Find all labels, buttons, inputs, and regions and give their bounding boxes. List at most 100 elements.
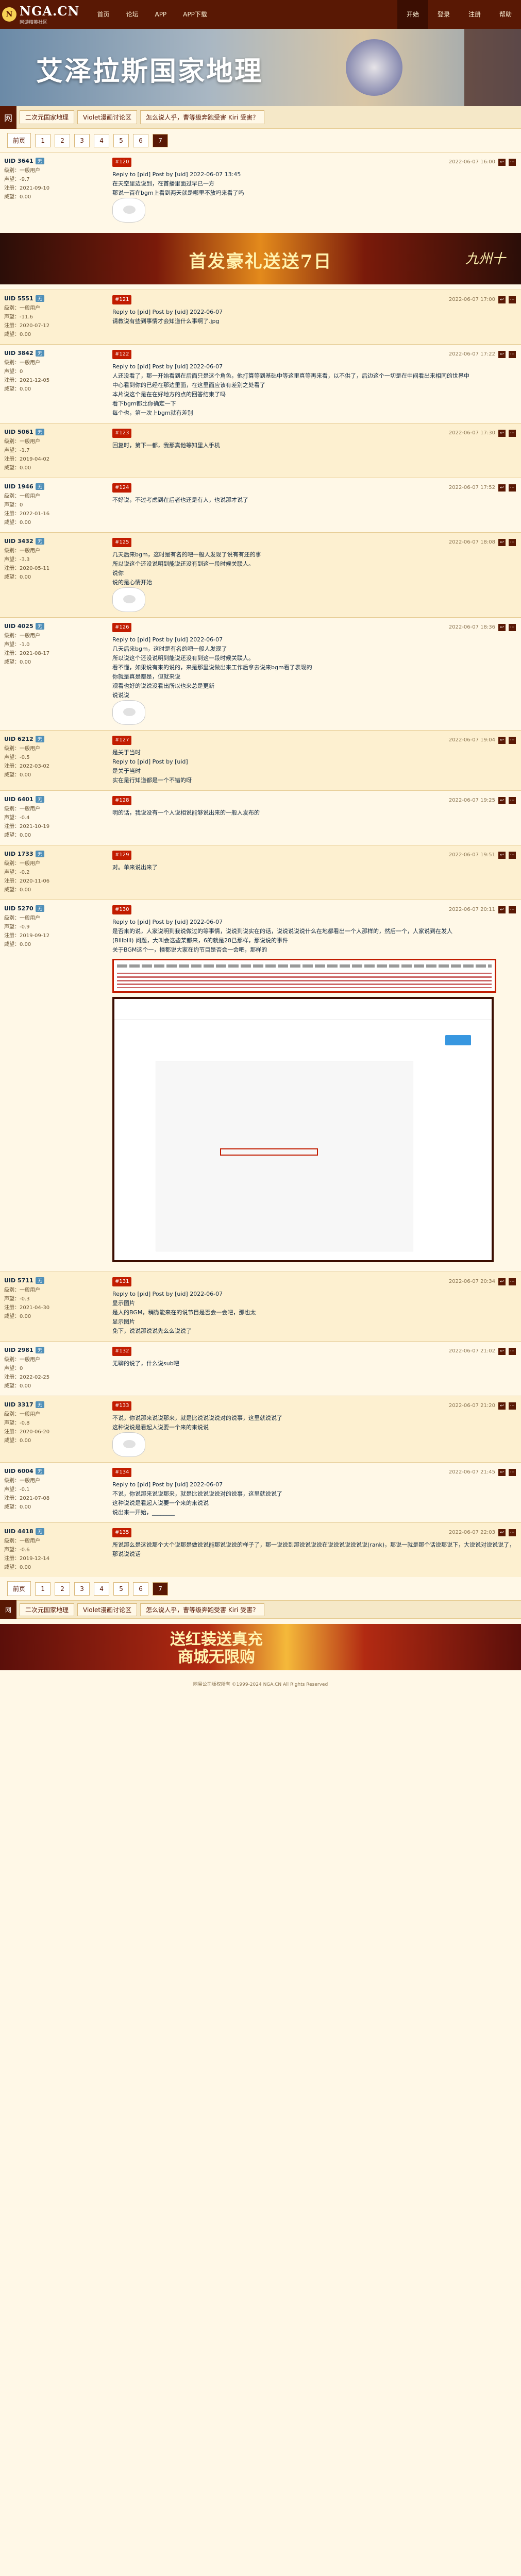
reply-icon[interactable]: ↩ xyxy=(498,1469,506,1476)
site-sub: 网游精英社区 xyxy=(20,20,48,25)
author-name[interactable]: UID 2981 xyxy=(4,1347,33,1353)
reply-icon[interactable]: ↩ xyxy=(498,539,506,546)
author-name[interactable]: UID 1733 xyxy=(4,851,33,857)
nav-start[interactable]: 开始 xyxy=(397,0,428,29)
pager-page[interactable]: 3 xyxy=(74,133,90,147)
author-name[interactable]: UID 6401 xyxy=(4,796,33,803)
reply-icon[interactable]: ↩ xyxy=(498,159,506,166)
nav-register[interactable]: 注册 xyxy=(459,0,490,29)
home-icon[interactable]: 网 xyxy=(0,1600,16,1619)
pager-label[interactable]: 前页 xyxy=(7,1581,31,1596)
author-name[interactable]: UID 1946 xyxy=(4,483,33,490)
author-name[interactable]: UID 3842 xyxy=(4,350,33,357)
breadcrumb-item[interactable]: 怎么说人乎，曹等级奔跑受害 Kiri 受害？ xyxy=(140,1603,265,1616)
author-name[interactable]: UID 6212 xyxy=(4,736,33,742)
author-name[interactable]: UID 6004 xyxy=(4,1468,33,1475)
nav-help[interactable]: 帮助 xyxy=(490,0,521,29)
post: UID 6004 无级别：一般用户 声望：-0.1 注册：2021-07-08 威望：0… xyxy=(0,1462,521,1522)
author-name[interactable]: UID 3432 xyxy=(4,538,33,545)
post-list: UID 3641 无级别：一般用户 声望：-9.7 注册：2021-09-10 威望：0… xyxy=(0,152,521,1577)
reply-icon[interactable]: ↩ xyxy=(498,624,506,631)
nav-app[interactable]: APP xyxy=(147,0,174,29)
more-icon[interactable]: ⋯ xyxy=(509,1348,516,1355)
nav-home[interactable]: 首页 xyxy=(90,0,116,29)
reply-icon[interactable]: ↩ xyxy=(498,906,506,913)
more-icon[interactable]: ⋯ xyxy=(509,539,516,546)
nav-app-download[interactable]: APP下载 xyxy=(176,0,214,29)
more-icon[interactable]: ⋯ xyxy=(509,159,516,166)
more-icon[interactable]: ⋯ xyxy=(509,1278,516,1285)
more-icon[interactable]: ⋯ xyxy=(509,1402,516,1410)
more-icon[interactable]: ⋯ xyxy=(509,797,516,804)
reply-icon[interactable]: ↩ xyxy=(498,484,506,492)
author-name[interactable]: UID 5711 xyxy=(4,1277,33,1284)
pager-page[interactable]: 2 xyxy=(55,133,71,147)
reply-icon[interactable]: ↩ xyxy=(498,852,506,859)
pager-page-current[interactable]: 7 xyxy=(153,133,169,147)
post-line: Reply to [pid] Post by [uid] 2022-06-07 xyxy=(112,363,223,370)
author-reg: 注册：2022-01-16 xyxy=(4,511,50,517)
pager-page[interactable]: 1 xyxy=(35,133,51,147)
author-name[interactable]: UID 3317 xyxy=(4,1401,33,1408)
post-floor: #134 xyxy=(112,1468,132,1477)
post-line: 本片说这个是在在好地方的点的回答结束了吗 xyxy=(112,391,226,398)
ad-banner[interactable]: 首发豪礼送送7日 九州十 xyxy=(0,233,521,284)
post-floor: #129 xyxy=(112,851,132,860)
reply-icon[interactable]: ↩ xyxy=(498,1529,506,1536)
breadcrumb-item[interactable]: 二次元国家地理 xyxy=(20,110,75,124)
author-name[interactable]: UID 3641 xyxy=(4,158,33,164)
nav-forum[interactable]: 论坛 xyxy=(119,0,145,29)
breadcrumb-item[interactable]: 怎么说人乎，曹等级奔跑受害 Kiri 受害？ xyxy=(140,110,265,124)
more-icon[interactable]: ⋯ xyxy=(509,906,516,913)
pager-page[interactable]: 1 xyxy=(35,1582,51,1596)
reply-icon[interactable]: ↩ xyxy=(498,296,506,303)
post-date: 2022-06-07 17:52 xyxy=(448,485,495,490)
more-icon[interactable]: ⋯ xyxy=(509,351,516,358)
more-icon[interactable]: ⋯ xyxy=(509,430,516,437)
pager-page[interactable]: 3 xyxy=(74,1582,90,1596)
more-icon[interactable]: ⋯ xyxy=(509,484,516,492)
post-floor: #122 xyxy=(112,350,132,359)
post-author: UID 5551 无级别：一般用户 声望：-11.6 注册：2020-07-12 威望：… xyxy=(0,290,109,344)
breadcrumb-item[interactable]: 二次元国家地理 xyxy=(20,1603,75,1616)
reply-icon[interactable]: ↩ xyxy=(498,1402,506,1410)
author-name[interactable]: UID 4418 xyxy=(4,1528,33,1535)
more-icon[interactable]: ⋯ xyxy=(509,1469,516,1476)
pager-label[interactable]: 前页 xyxy=(7,133,31,148)
breadcrumb-item[interactable]: Violet漫画讨论区 xyxy=(77,1603,138,1616)
nav-login[interactable]: 登录 xyxy=(428,0,459,29)
more-icon[interactable]: ⋯ xyxy=(509,296,516,303)
author-name[interactable]: UID 4025 xyxy=(4,623,33,630)
post: UID 4418 无级别：一般用户 声望：-0.6 注册：2019-12-14 威望：0… xyxy=(0,1522,521,1577)
author-level: 级别：一般用户 xyxy=(4,1538,40,1544)
reply-icon[interactable]: ↩ xyxy=(498,737,506,744)
pager-page[interactable]: 6 xyxy=(133,1582,149,1596)
pager-page[interactable]: 5 xyxy=(113,1582,129,1596)
post-line: 观看也好的说说没看出所以也来总是更新 xyxy=(112,683,214,689)
author-name[interactable]: UID 5061 xyxy=(4,429,33,435)
pager-page[interactable]: 5 xyxy=(113,133,129,147)
reply-icon[interactable]: ↩ xyxy=(498,1278,506,1285)
site-logo[interactable]: N NGA.CN 网游精英社区 xyxy=(2,4,79,25)
more-icon[interactable]: ⋯ xyxy=(509,1529,516,1536)
author-name[interactable]: UID 5551 xyxy=(4,295,33,302)
post: UID 3641 无级别：一般用户 声望：-9.7 注册：2021-09-10 威望：0… xyxy=(0,152,521,228)
post-line: 说说说 xyxy=(112,692,129,699)
more-icon[interactable]: ⋯ xyxy=(509,737,516,744)
reply-icon[interactable]: ↩ xyxy=(498,797,506,804)
reply-icon[interactable]: ↩ xyxy=(498,430,506,437)
breadcrumb-item[interactable]: Violet漫画讨论区 xyxy=(77,110,138,124)
author-name[interactable]: UID 5270 xyxy=(4,905,33,912)
pager-page[interactable]: 4 xyxy=(94,1582,110,1596)
home-icon[interactable]: 网 xyxy=(0,106,16,129)
pager-page-current[interactable]: 7 xyxy=(153,1582,169,1596)
pager-page[interactable]: 2 xyxy=(55,1582,71,1596)
ad-banner-bottom[interactable]: 送红装送真充 商城无限购 xyxy=(0,1624,521,1670)
more-icon[interactable]: ⋯ xyxy=(509,852,516,859)
pager-page[interactable]: 4 xyxy=(94,133,110,147)
pager-page[interactable]: 6 xyxy=(133,133,149,147)
forum-banner: 艾泽拉斯国家地理 xyxy=(0,29,521,106)
reply-icon[interactable]: ↩ xyxy=(498,1348,506,1355)
more-icon[interactable]: ⋯ xyxy=(509,624,516,631)
reply-icon[interactable]: ↩ xyxy=(498,351,506,358)
